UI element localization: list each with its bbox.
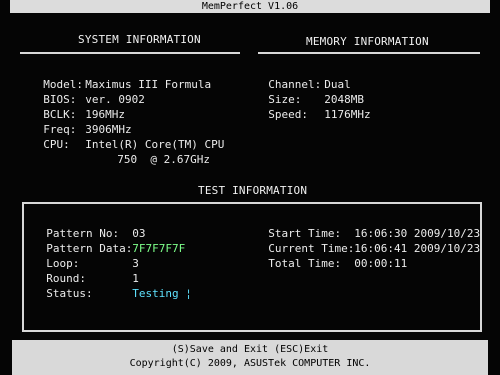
memory-info-divider bbox=[258, 52, 480, 54]
system-info-divider bbox=[20, 52, 240, 54]
title-bar: MemPerfect V1.06 bbox=[10, 0, 490, 13]
test-info-heading: TEST INFORMATION bbox=[198, 184, 308, 197]
memory-speed-value: 1176MHz bbox=[324, 108, 371, 121]
test-row-total-time: Total Time: 00:00:11 bbox=[255, 244, 407, 270]
memory-speed-label: Speed: bbox=[268, 108, 308, 121]
memory-row-speed: Speed: 1176MHz bbox=[255, 95, 371, 121]
system-info-heading: SYSTEM INFORMATION bbox=[78, 33, 201, 46]
system-cpu-label: CPU: bbox=[43, 138, 70, 151]
status-label: Status: bbox=[46, 287, 93, 300]
test-row-status: Status: Testing ¦ bbox=[33, 274, 192, 300]
system-cpu-speed-value: 750 @ 2.67GHz bbox=[117, 153, 210, 166]
pattern-data-value: 7F7F7F7F bbox=[132, 242, 186, 255]
memory-info-heading: MEMORY INFORMATION bbox=[306, 35, 429, 48]
system-row-cpu-speed: 750 @ 2.67GHz bbox=[104, 140, 210, 166]
app-title: MemPerfect V1.06 bbox=[201, 1, 299, 12]
footer-bar: (S)Save and Exit (ESC)Exit Copyright(C) … bbox=[12, 340, 488, 375]
footer-copyright: Copyright(C) 2009, ASUSTek COMPUTER INC. bbox=[129, 358, 371, 369]
total-time-value: 00:00:11 bbox=[354, 257, 408, 270]
footer-keys[interactable]: (S)Save and Exit (ESC)Exit bbox=[12, 344, 488, 355]
status-value: Testing ¦ bbox=[132, 287, 192, 300]
total-time-label: Total Time: bbox=[268, 257, 342, 270]
